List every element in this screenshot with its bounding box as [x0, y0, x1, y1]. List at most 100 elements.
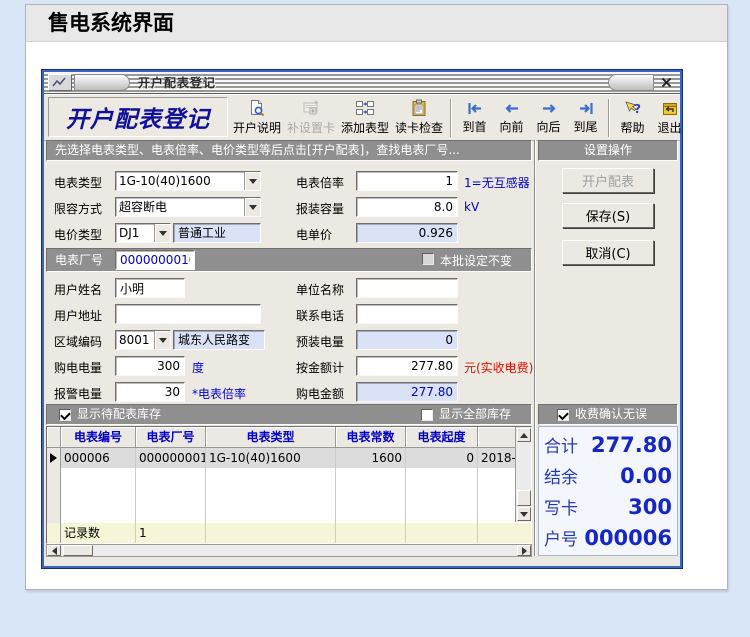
purchase-amount-label: 购电金额: [296, 387, 345, 401]
exit-icon: [662, 102, 677, 115]
toolbar-button-label: 开户说明: [232, 121, 281, 135]
nav-prev-button[interactable]: 向前: [493, 98, 530, 137]
save-button[interactable]: 保存(S): [562, 203, 654, 228]
current-row-icon: [49, 453, 61, 463]
empty-cell: [406, 468, 478, 523]
purchase-amount-field: 277.80: [356, 382, 458, 402]
toolbar-button-label: 向后: [536, 120, 561, 134]
column-header: 电表编号: [61, 427, 136, 448]
column-header: 电表类型: [206, 427, 336, 448]
limit-mode-select[interactable]: 超容断电: [115, 197, 261, 217]
table-horizontal-scrollbar[interactable]: [46, 544, 532, 557]
footer-cell: [206, 523, 336, 543]
open-instructions-button[interactable]: 开户说明: [230, 97, 284, 138]
nav-last-button[interactable]: 到尾: [567, 98, 604, 137]
toolbar-button-label: 到尾: [573, 120, 598, 134]
purchase-energy-input[interactable]: [115, 356, 185, 376]
arrow-first-icon: [467, 103, 481, 114]
chevron-down-icon[interactable]: [244, 198, 260, 216]
footer-cell: [478, 523, 531, 543]
batch-checkbox[interactable]: [422, 253, 434, 265]
summary-account: 户号 000006: [544, 523, 672, 553]
summary-value: 000006: [584, 525, 672, 550]
price-type-desc: 普通工业: [173, 223, 261, 243]
nav-next-button[interactable]: 向后: [530, 98, 567, 137]
summary-label: 结余: [544, 468, 578, 488]
empty-cell: [206, 468, 336, 523]
show-pending-label: 显示待配表库存: [77, 407, 162, 421]
area-code-select[interactable]: 8001: [115, 330, 171, 350]
window-title: 开户配表登记: [138, 76, 217, 90]
limit-mode-label: 限容方式: [54, 202, 103, 216]
meter-type-select[interactable]: 1G-10(40)1600: [115, 171, 261, 191]
show-pending-checkbox[interactable]: [59, 409, 71, 421]
empty-cell: [336, 468, 406, 523]
confirm-checkbox[interactable]: [557, 409, 569, 421]
arrow-left-icon: [504, 104, 518, 113]
titlebar-curve-left: [74, 74, 130, 91]
scroll-up-button[interactable]: [517, 428, 531, 442]
table-vertical-scrollbar[interactable]: [515, 427, 531, 522]
vertical-scroll-thumb[interactable]: [517, 490, 531, 506]
capacity-input[interactable]: [356, 197, 458, 217]
help-button[interactable]: ? 帮助: [614, 98, 651, 138]
meter-ratio-input[interactable]: [356, 171, 458, 191]
dialog-window: 开户配表登记 开户配表登记 开户说明 补设置卡 添加表型 读卡检查 到首 向前 …: [42, 70, 682, 568]
summary-balance: 结余 0.00: [544, 461, 672, 491]
meter-ratio-hint: 1=无互感器: [464, 176, 530, 190]
nav-first-button[interactable]: 到首: [456, 98, 493, 137]
scroll-right-button[interactable]: [517, 545, 531, 556]
phone-label: 联系电话: [296, 309, 345, 323]
scroll-left-icon: [48, 546, 57, 555]
toolbar-button-label: 帮助: [620, 120, 645, 135]
toolbar-button-label: 退出: [657, 120, 682, 135]
user-name-input[interactable]: [115, 278, 185, 298]
org-name-input[interactable]: [356, 278, 458, 298]
factory-no-input[interactable]: [115, 250, 195, 270]
address-label: 用户地址: [54, 309, 103, 323]
amount-hint: 元(实收电费): [464, 361, 534, 375]
purchase-energy-unit: 度: [192, 361, 205, 375]
scroll-left-button[interactable]: [47, 545, 61, 556]
scroll-down-button[interactable]: [517, 507, 531, 521]
price-type-select[interactable]: DJ1: [115, 223, 171, 243]
summary-panel: 合计 277.80 结余 0.00 写卡 300 户号 000006: [538, 426, 678, 556]
setup-card-icon: [303, 100, 318, 115]
show-all-checkbox[interactable]: [421, 409, 433, 421]
close-button[interactable]: [658, 75, 675, 90]
column-header: 电表起度: [406, 427, 478, 448]
window-system-icon[interactable]: [48, 74, 72, 91]
cancel-button[interactable]: 取消(C): [562, 240, 654, 265]
exit-button[interactable]: 退出: [651, 98, 688, 138]
scroll-down-icon: [520, 511, 528, 521]
panel-divider: [534, 140, 536, 556]
toolbar-separator: [450, 98, 452, 137]
toolbar: 开户配表登记 开户说明 补设置卡 添加表型 读卡检查 到首 向前 向后 到尾 ?…: [44, 94, 682, 141]
amount-input[interactable]: [356, 356, 458, 376]
dialog-titlebar: 开户配表登记: [44, 72, 680, 94]
add-meter-type-button[interactable]: 添加表型: [338, 97, 392, 138]
page-title: 售电系统界面: [26, 5, 727, 42]
horizontal-scroll-thumb[interactable]: [63, 545, 93, 556]
scroll-right-icon: [521, 546, 531, 555]
price-type-label: 电价类型: [54, 228, 103, 242]
chevron-down-icon[interactable]: [154, 331, 170, 349]
cell-factory-number: 0000000010: [136, 448, 206, 468]
read-card-check-button[interactable]: 读卡检查: [392, 97, 446, 138]
alarm-energy-input[interactable]: [115, 382, 185, 402]
table-header-row: 电表编号 电表厂号 电表类型 电表常数 电表起度: [47, 427, 531, 448]
logo-icon: [52, 77, 66, 87]
chevron-down-icon[interactable]: [154, 224, 170, 242]
org-name-label: 单位名称: [296, 283, 345, 297]
row-marker-header: [47, 427, 61, 448]
alarm-energy-hint: *电表倍率: [192, 387, 247, 401]
show-all-label: 显示全部库存: [439, 407, 512, 421]
summary-label: 写卡: [544, 499, 578, 519]
summary-write-card: 写卡 300: [544, 492, 672, 522]
confirm-label: 收费确认无误: [575, 407, 648, 421]
record-count-value: 1: [136, 523, 206, 543]
phone-input[interactable]: [356, 304, 458, 324]
address-input[interactable]: [115, 304, 261, 324]
chevron-down-icon[interactable]: [244, 172, 260, 190]
table-row[interactable]: 000006 0000000010 1G-10(40)1600 1600 0 2…: [47, 448, 531, 468]
